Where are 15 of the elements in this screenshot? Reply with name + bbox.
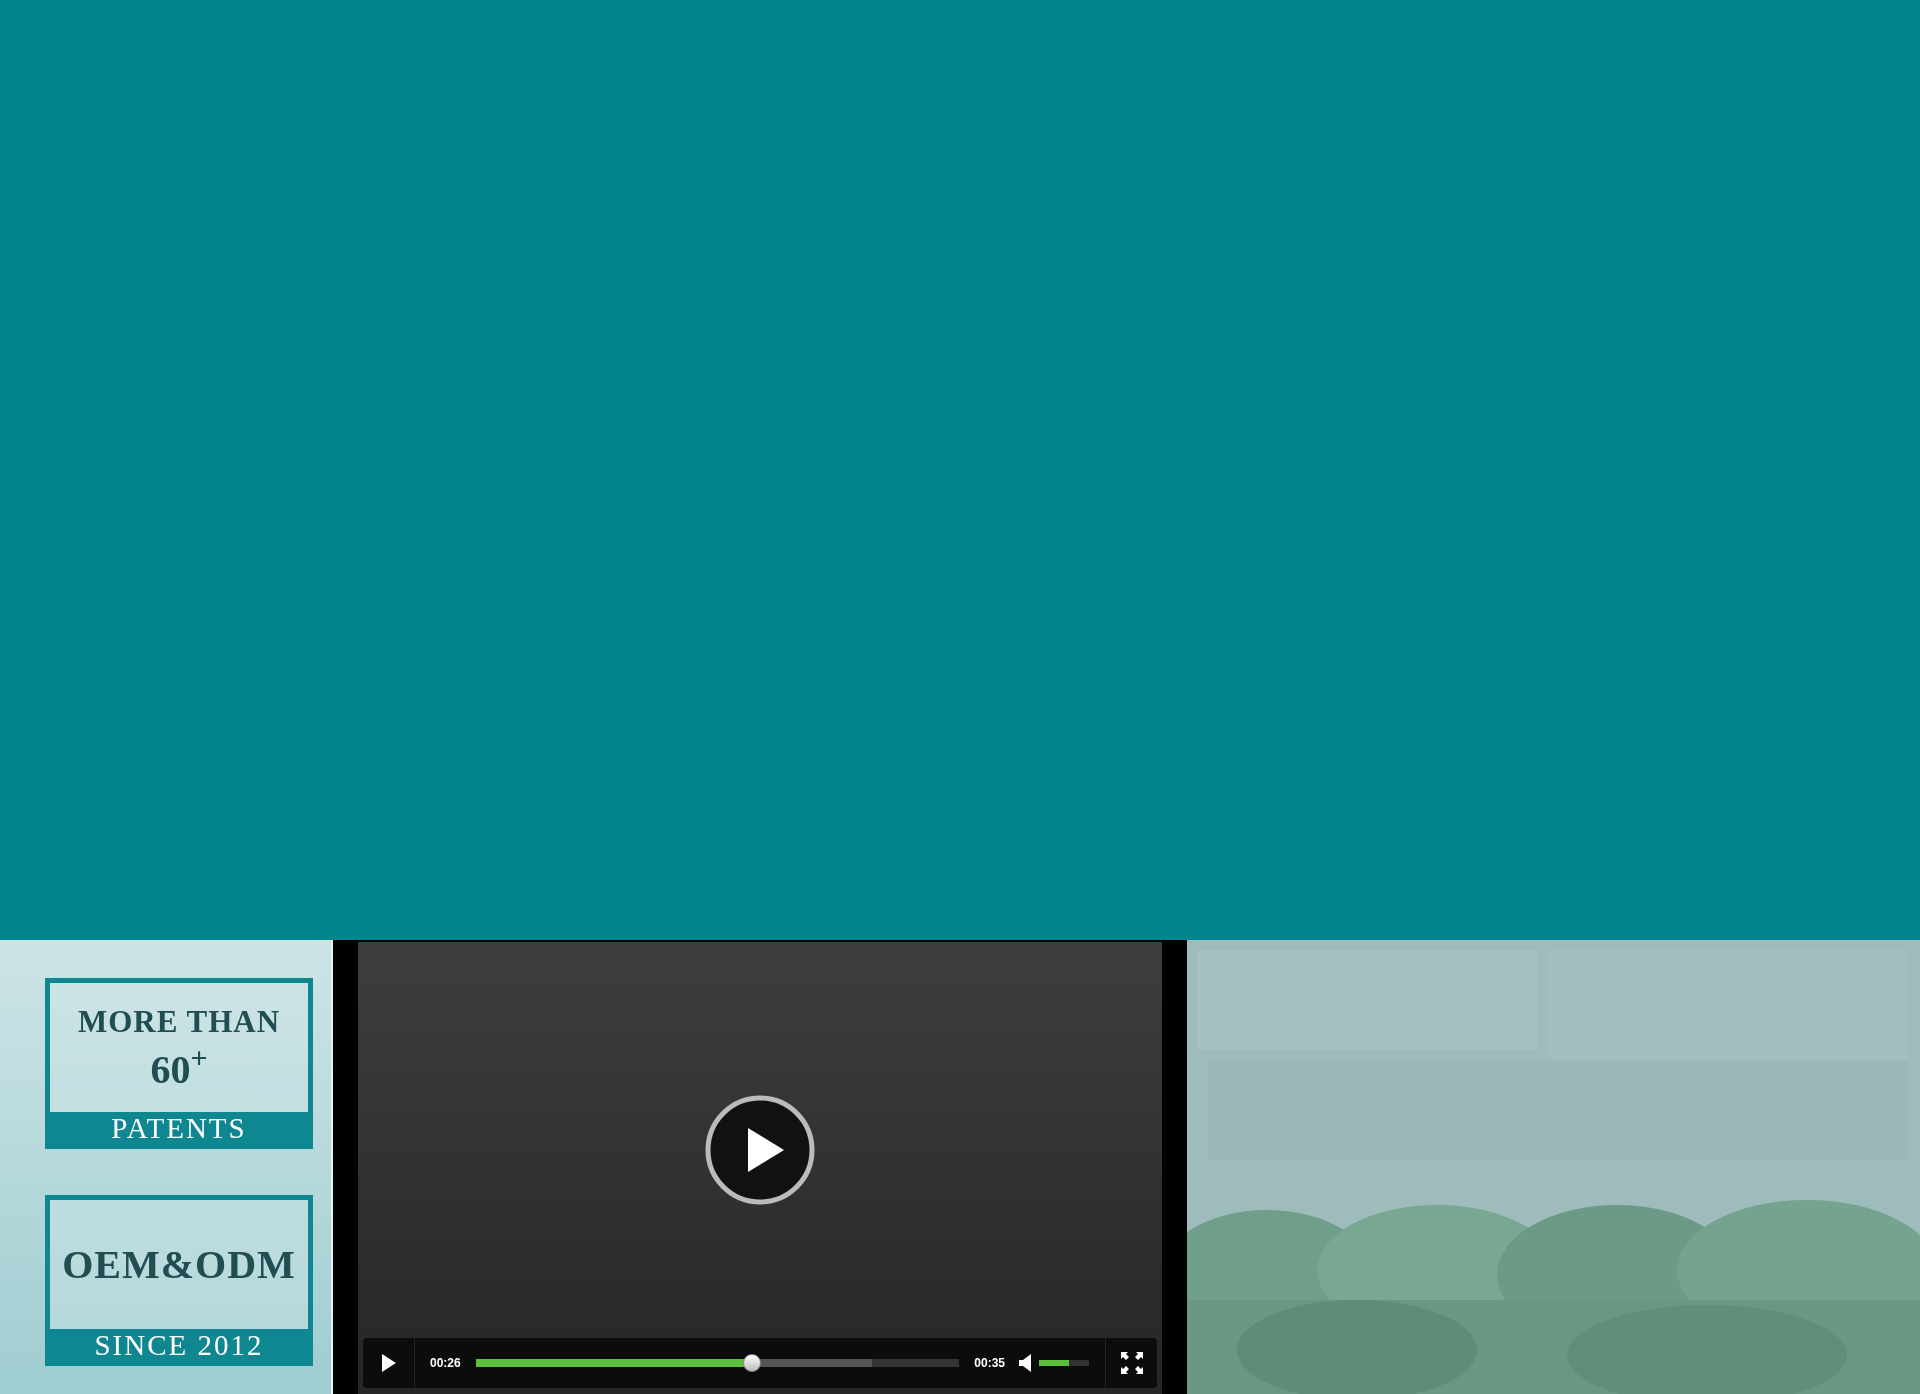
- speaker-icon[interactable]: [1019, 1354, 1033, 1372]
- fullscreen-icon[interactable]: [1119, 1351, 1144, 1375]
- card-heading: OEM&ODM: [62, 1240, 296, 1289]
- progress-handle[interactable]: [743, 1354, 762, 1372]
- video-player[interactable]: 00:26 00:35: [358, 942, 1162, 1394]
- card-footer: SINCE 2012: [50, 1329, 308, 1361]
- current-time: 00:26: [430, 1355, 461, 1372]
- play-icon[interactable]: [704, 1094, 816, 1206]
- card-heading: MORE THAN: [77, 1002, 281, 1041]
- play-icon[interactable]: [380, 1353, 397, 1373]
- card-heading: 60$^{+}$: [150, 1043, 208, 1094]
- volume-track[interactable]: [1039, 1360, 1089, 1366]
- duration-time: 00:35: [974, 1355, 1005, 1372]
- card-footer: PATENTS: [50, 1112, 308, 1144]
- progress-track[interactable]: [475, 1354, 960, 1372]
